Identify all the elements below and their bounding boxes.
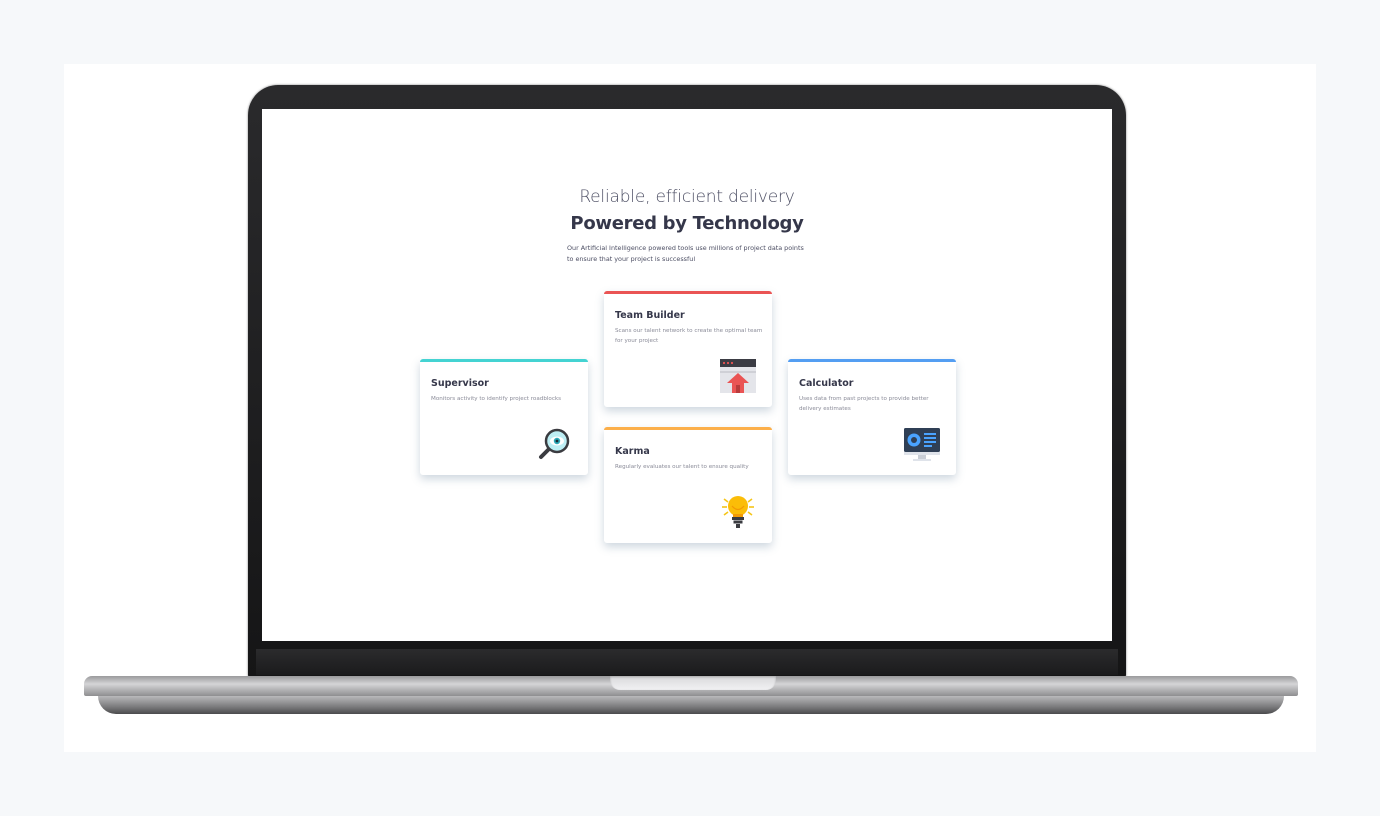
mockup-frame: Reliable, efficient delivery Powered by … — [64, 64, 1316, 752]
card-description: Regularly evaluates our talent to ensure… — [615, 464, 749, 470]
card-description: Scans our talent network to create the o… — [615, 328, 763, 344]
magnifier-eye-icon — [539, 428, 570, 459]
hero-subtitle: Reliable, efficient delivery — [579, 187, 795, 207]
card-description: Uses data from past projects to provide … — [799, 396, 929, 412]
card-supervisor: Supervisor Monitors activity to identify… — [420, 359, 588, 475]
laptop-bezel-bottom — [256, 649, 1118, 675]
laptop-screen: Reliable, efficient delivery Powered by … — [262, 109, 1112, 641]
lightbulb-icon — [722, 496, 754, 528]
laptop-trackpad-notch — [610, 676, 776, 690]
browser-upload-icon — [720, 359, 756, 393]
card-title: Calculator — [799, 378, 854, 389]
card-title: Supervisor — [431, 378, 489, 389]
laptop-base-front — [98, 696, 1284, 714]
card-title: Karma — [615, 446, 650, 457]
laptop-base — [84, 676, 1298, 720]
hero-intro: Our Artificial Intelligence powered tool… — [567, 244, 804, 263]
monitor-chart-icon — [904, 428, 940, 461]
card-description: Monitors activity to identify project ro… — [431, 396, 562, 402]
hero-title: Powered by Technology — [570, 213, 804, 234]
card-team-builder: Team Builder Scans our talent network to… — [604, 291, 772, 407]
card-calculator: Calculator Uses data from past projects … — [788, 359, 956, 475]
laptop-lid: Reliable, efficient delivery Powered by … — [248, 85, 1126, 679]
card-title: Team Builder — [615, 310, 685, 321]
card-karma: Karma Regularly evaluates our talent to … — [604, 427, 772, 543]
